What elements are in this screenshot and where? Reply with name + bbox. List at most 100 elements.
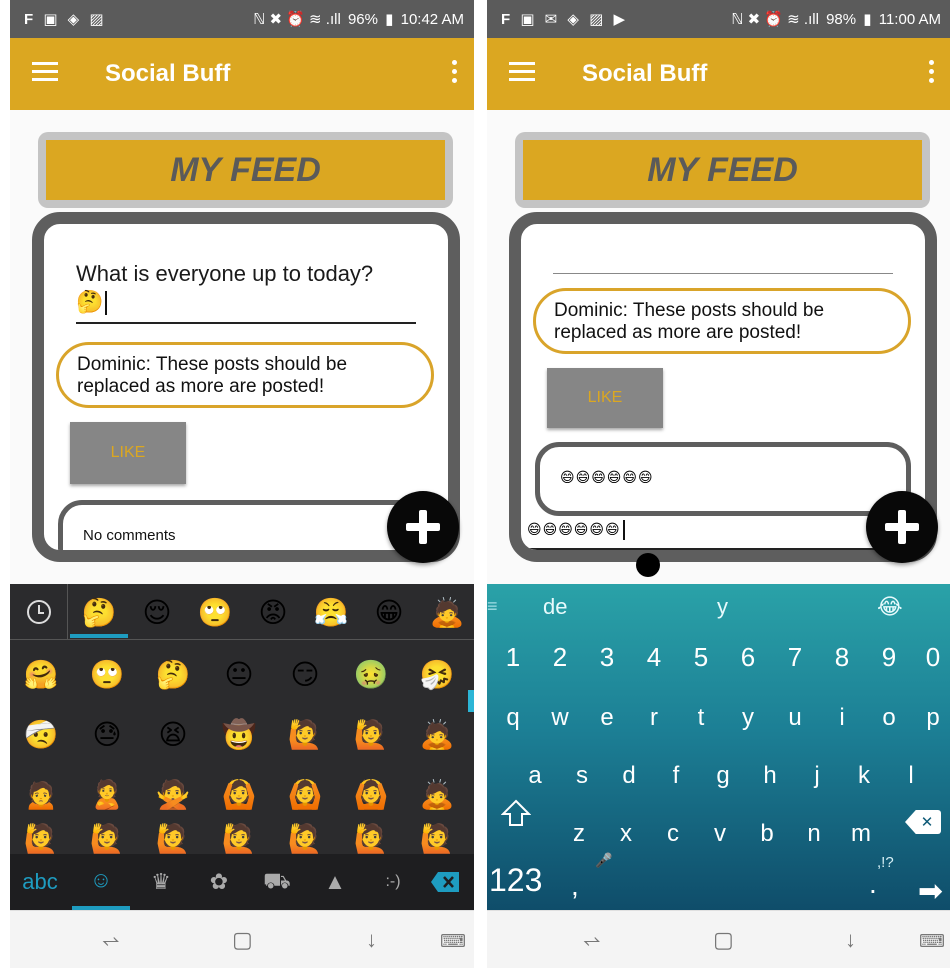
menu-icon[interactable] (32, 62, 58, 84)
emoji-key[interactable]: 🤧 (408, 646, 466, 702)
enter-arrow-icon[interactable]: ➡ (918, 874, 943, 909)
emoji-key[interactable]: 😏 (276, 646, 334, 702)
key-d[interactable]: d (609, 762, 649, 790)
emoji-key[interactable]: 😡 (244, 584, 302, 640)
key-3[interactable]: 3 (587, 642, 627, 673)
key-i[interactable]: i (822, 704, 862, 732)
key-p[interactable]: p (913, 704, 950, 732)
emoji-key[interactable]: 🙎 (78, 766, 136, 822)
key-1[interactable]: 1 (493, 642, 533, 673)
emoticon-category-icon[interactable]: :-) (364, 854, 422, 910)
emoji-key[interactable]: 🙇 (408, 766, 466, 822)
emoji-key[interactable]: 🤕 (12, 706, 70, 762)
emoji-key[interactable]: 🙋 (78, 822, 136, 854)
emoji-scrollbar[interactable] (468, 690, 474, 712)
emoji-key[interactable]: 🙄 (186, 584, 244, 640)
emoji-key[interactable]: 🙄 (78, 646, 136, 702)
key-0[interactable]: 0 (913, 642, 950, 673)
emoji-key[interactable]: 🙋 (342, 706, 400, 762)
smiley-category-icon[interactable]: ☺ (72, 854, 130, 910)
car-category-icon[interactable]: ⛟ (248, 854, 306, 910)
key-9[interactable]: 9 (869, 642, 909, 673)
key-m[interactable]: m (841, 820, 881, 848)
key-v[interactable]: v (700, 820, 740, 848)
recent-tab[interactable] (10, 584, 68, 640)
key-x[interactable]: x (606, 820, 646, 848)
crown-category-icon[interactable]: ♛ (132, 854, 190, 910)
key-g[interactable]: g (703, 762, 743, 790)
emoji-key[interactable]: 😓 (78, 706, 136, 762)
emoji-key[interactable]: 🤠 (210, 706, 268, 762)
emoji-key[interactable]: 🙆 (210, 766, 268, 822)
emoji-key[interactable]: 😁 (360, 584, 418, 640)
emoji-key[interactable]: 😫 (144, 706, 202, 762)
emoji-key[interactable]: 🙋 (276, 706, 334, 762)
add-post-fab[interactable] (387, 491, 459, 563)
emoji-key[interactable]: 🙋 (342, 822, 400, 854)
menu-icon[interactable] (509, 62, 535, 84)
key-2[interactable]: 2 (540, 642, 580, 673)
key-n[interactable]: n (794, 820, 834, 848)
key-o[interactable]: o (869, 704, 909, 732)
keyboard-switch-icon[interactable]: ⌨ (919, 931, 945, 952)
emoji-key[interactable]: 🙇 (418, 584, 474, 640)
shift-icon[interactable] (501, 798, 531, 828)
keyboard-switch-icon[interactable]: ⌨ (440, 931, 466, 952)
key-l[interactable]: l (891, 762, 931, 790)
suggestion-2[interactable]: y (717, 594, 728, 620)
key-4[interactable]: 4 (634, 642, 674, 673)
backspace-key[interactable]: ✕ (905, 810, 941, 834)
key-h[interactable]: h (750, 762, 790, 790)
key-5[interactable]: 5 (681, 642, 721, 673)
emoji-key[interactable]: 🤔 (70, 584, 128, 640)
emoji-key[interactable]: 😤 (302, 584, 360, 640)
numbers-key[interactable]: 123 (489, 862, 542, 899)
key-t[interactable]: t (681, 704, 721, 732)
emoji-key[interactable]: 🙋 (144, 822, 202, 854)
post-input[interactable]: What is everyone up to today? 🤔 (76, 260, 416, 324)
recent-apps-icon[interactable]: ⥋ (583, 927, 601, 953)
emoji-key[interactable]: 🙋 (408, 822, 466, 854)
flower-category-icon[interactable]: ✿ (190, 854, 248, 910)
delete-icon[interactable] (416, 854, 474, 910)
emoji-key[interactable]: 🤢 (342, 646, 400, 702)
emoji-key[interactable]: 🙋 (210, 822, 268, 854)
key-b[interactable]: b (747, 820, 787, 848)
keyboard-menu-icon[interactable]: ≡ (487, 596, 498, 617)
emoji-key[interactable]: 🙋 (276, 822, 334, 854)
emoji-key[interactable]: 😌 (128, 584, 186, 640)
recent-apps-icon[interactable]: ⥋ (102, 927, 120, 953)
emoji-key[interactable]: 🤔 (144, 646, 202, 702)
key-6[interactable]: 6 (728, 642, 768, 673)
like-button[interactable]: LIKE (547, 368, 663, 428)
cursor-handle[interactable] (636, 553, 660, 577)
emoji-key[interactable]: 🤗 (12, 646, 70, 702)
like-button[interactable]: LIKE (70, 422, 186, 484)
key-k[interactable]: k (844, 762, 884, 790)
emoji-key[interactable]: 🙋 (12, 822, 70, 854)
key-y[interactable]: y (728, 704, 768, 732)
emoji-key[interactable]: 😐 (210, 646, 268, 702)
key-f[interactable]: f (656, 762, 696, 790)
key-7[interactable]: 7 (775, 642, 815, 673)
emoji-key[interactable]: 🙅 (144, 766, 202, 822)
key-u[interactable]: u (775, 704, 815, 732)
emoji-key[interactable]: 🙇 (408, 706, 466, 762)
symbols-category-icon[interactable]: ▲ (306, 854, 364, 910)
key-q[interactable]: q (493, 704, 533, 732)
emoji-key[interactable]: 🙆 (276, 766, 334, 822)
overflow-menu-icon[interactable] (452, 60, 458, 86)
suggestion-emoji[interactable]: 😂 (877, 594, 903, 620)
back-icon[interactable]: ↓ (366, 927, 377, 953)
key-8[interactable]: 8 (822, 642, 862, 673)
emoji-key[interactable]: 🙍 (12, 766, 70, 822)
key-z[interactable]: z (559, 820, 599, 848)
key-e[interactable]: e (587, 704, 627, 732)
key-j[interactable]: j (797, 762, 837, 790)
key-a[interactable]: a (515, 762, 555, 790)
comment-input[interactable]: 😄😄😄😄😄😄 (527, 520, 887, 550)
emoji-key[interactable]: 🙆 (342, 766, 400, 822)
key-s[interactable]: s (562, 762, 602, 790)
microphone-icon[interactable]: 🎤 (595, 852, 612, 869)
home-icon[interactable]: ▢ (232, 927, 253, 953)
